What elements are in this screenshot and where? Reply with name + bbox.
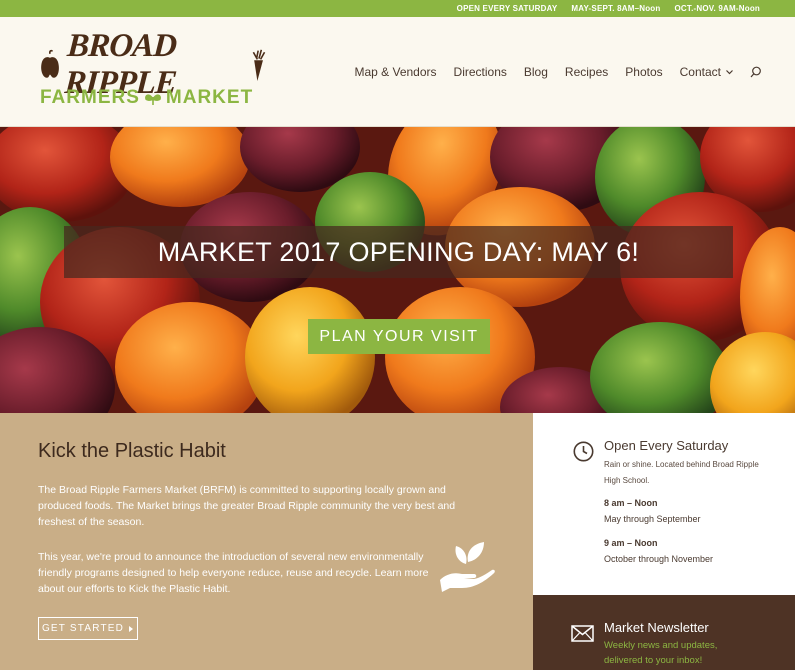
kick-paragraph-1: The Broad Ripple Farmers Market (BRFM) i… [38,484,456,528]
hero-title: MARKET 2017 OPENING DAY: MAY 6! [64,226,733,278]
topbar-open-saturday: OPEN EVERY SATURDAY [456,4,558,13]
hours-time-fall: 9 am – Noon [604,538,658,548]
plan-your-visit-button[interactable]: PLAN YOUR VISIT [308,319,490,354]
hours-range-summer: May through September [604,514,701,524]
logo-farmers: FARMERS [40,87,140,108]
hero-banner: MARKET 2017 OPENING DAY: MAY 6! PLAN YOU… [0,127,795,413]
newsletter-heading: Market Newsletter [604,620,709,635]
logo-bottom-row: FARMERS MARKET [40,87,253,109]
clock-icon [573,441,594,462]
kick-heading: Kick the Plastic Habit [38,440,226,462]
hours-time-summer: 8 am – Noon [604,498,658,508]
hand-leaf-icon [440,542,495,592]
kick-paragraph-2: This year, we're proud to announce the i… [38,551,429,595]
newsletter-panel[interactable]: Market Newsletter Weekly news and update… [533,595,795,670]
topbar-may-sept-hours: MAY-SEPT. 8AM–Noon [571,4,661,13]
hours-panel: Open Every Saturday Rain or shine. Locat… [533,413,795,595]
hours-location-note: Rain or shine. Located behind Broad Ripp… [604,460,759,485]
kick-plastic-section: Kick the Plastic Habit The Broad Ripple … [0,413,533,670]
pepper-icon [41,49,59,78]
nav-contact[interactable]: Contact [680,65,733,79]
hours-range-fall: October through November [604,554,714,564]
sprout-icon [144,94,161,105]
mail-icon [571,625,594,642]
nav-blog[interactable]: Blog [524,65,548,79]
newsletter-subtext: Weekly news and updates, delivered to yo… [604,640,718,666]
main-nav: Map & Vendors Directions Blog Recipes Ph… [354,65,762,79]
chevron-down-icon [726,69,733,74]
topbar-oct-nov-hours: OCT.-NOV. 9AM-Noon [674,4,760,13]
get-started-button[interactable]: GET STARTED [38,617,138,640]
logo-market: MARKET [165,87,254,108]
search-icon[interactable] [750,66,762,78]
caret-right-icon [129,625,134,632]
nav-photos[interactable]: Photos [625,65,662,79]
site-logo[interactable]: BROAD RIPPLE FARMERS MARKET [38,28,268,111]
carrot-icon [252,49,266,81]
nav-directions[interactable]: Directions [454,65,507,79]
top-info-bar: OPEN EVERY SATURDAY MAY-SEPT. 8AM–Noon O… [0,0,795,17]
nav-map-vendors[interactable]: Map & Vendors [354,65,436,79]
nav-recipes[interactable]: Recipes [565,65,608,79]
logo-top-row: BROAD RIPPLE [38,28,268,101]
get-started-label: GET STARTED [41,623,125,634]
nav-contact-label: Contact [679,65,721,79]
site-header: BROAD RIPPLE FARMERS MARKET Map & Vendor… [0,17,795,127]
hours-heading: Open Every Saturday [604,438,729,453]
